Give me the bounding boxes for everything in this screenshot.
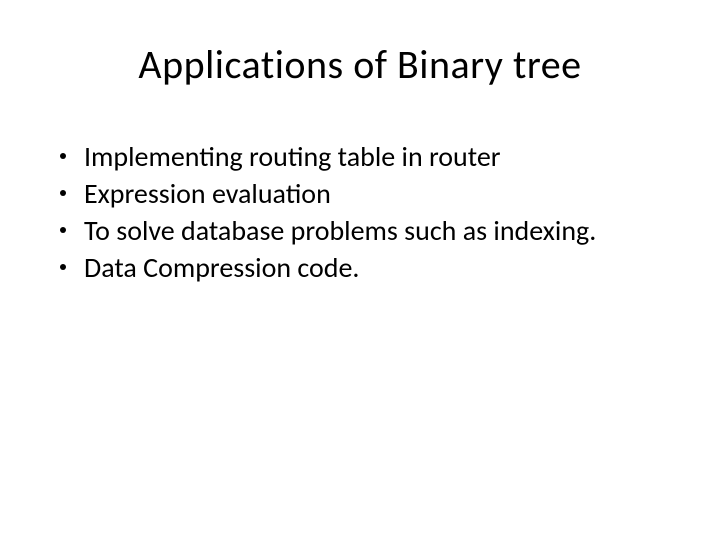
bullet-text: Expression evaluation bbox=[84, 176, 670, 211]
slide-container: Applications of Binary tree Implementing… bbox=[0, 0, 720, 540]
bullet-icon bbox=[60, 153, 66, 159]
list-item: Data Compression code. bbox=[60, 250, 670, 285]
bullet-text: Data Compression code. bbox=[84, 250, 670, 285]
bullet-icon bbox=[60, 264, 66, 270]
bullet-icon bbox=[60, 227, 66, 233]
list-item: Expression evaluation bbox=[60, 176, 670, 211]
bullet-list: Implementing routing table in router Exp… bbox=[50, 139, 670, 285]
bullet-icon bbox=[60, 190, 66, 196]
bullet-text: To solve database problems such as index… bbox=[84, 213, 670, 248]
list-item: Implementing routing table in router bbox=[60, 139, 670, 174]
list-item: To solve database problems such as index… bbox=[60, 213, 670, 248]
slide-title: Applications of Binary tree bbox=[50, 40, 670, 89]
bullet-text: Implementing routing table in router bbox=[84, 139, 670, 174]
